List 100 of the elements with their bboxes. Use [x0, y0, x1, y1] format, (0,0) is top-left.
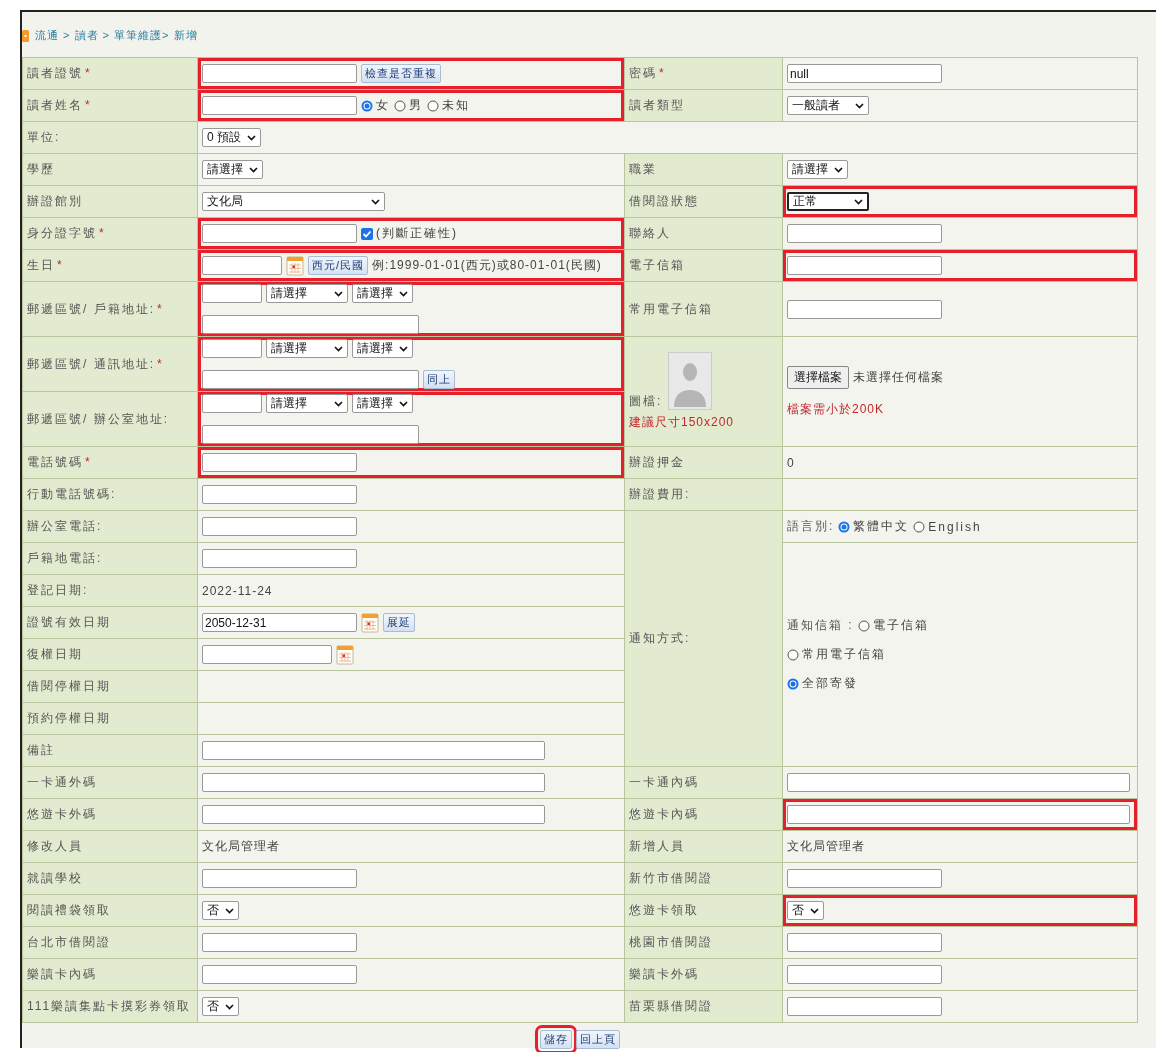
text-field[interactable]	[787, 997, 942, 1016]
file-status: 未選擇任何檔案	[853, 368, 944, 386]
text-field[interactable]	[202, 453, 357, 472]
field-label: 讀者類型	[629, 98, 685, 112]
text-field[interactable]	[202, 425, 419, 444]
radio-option[interactable]: 男	[394, 97, 423, 114]
field-label: 行動電話號碼:	[27, 487, 117, 501]
field-label: 聯絡人	[629, 226, 671, 240]
text-field[interactable]	[202, 869, 357, 888]
dropdown[interactable]: 請選擇	[787, 160, 848, 179]
breadcrumb[interactable]: 流通 > 讀者 > 單筆維護> 新增	[35, 28, 198, 43]
text-field[interactable]	[202, 370, 419, 389]
field-label: 單位:	[27, 130, 61, 144]
small-button[interactable]: 西元/民國	[308, 256, 369, 275]
dropdown[interactable]: 請選擇	[352, 394, 413, 413]
text-field[interactable]	[202, 517, 357, 536]
radio-option[interactable]: 全部寄發	[787, 675, 858, 692]
text-field[interactable]	[202, 339, 262, 358]
text-field[interactable]	[787, 224, 942, 243]
calendar-icon[interactable]	[336, 644, 354, 665]
text-field[interactable]	[202, 96, 357, 115]
small-button[interactable]: 同上	[423, 370, 455, 389]
field-label: 閱讀禮袋領取	[27, 903, 111, 917]
text-field[interactable]	[202, 64, 357, 83]
text-field[interactable]	[202, 741, 545, 760]
chevron-down-icon	[247, 134, 256, 141]
text-field[interactable]: null	[787, 64, 942, 83]
dropdown[interactable]: 請選擇	[266, 284, 348, 303]
field-label: 苗栗縣借閱證	[629, 999, 713, 1013]
text-field[interactable]	[202, 485, 357, 504]
field-label: 學歷	[27, 162, 55, 176]
dropdown[interactable]: 0 預設	[202, 128, 261, 147]
text-field[interactable]	[787, 256, 942, 275]
option-label: 語言別:	[787, 518, 835, 535]
text-field[interactable]	[787, 933, 942, 952]
required-mark: *	[85, 455, 90, 469]
radio-option[interactable]: English	[913, 519, 982, 534]
dropdown[interactable]: 否	[787, 901, 824, 920]
dropdown[interactable]: 請選擇	[266, 339, 348, 358]
radio-option[interactable]: 繁體中文	[838, 518, 910, 535]
dropdown[interactable]: 一般讀者	[787, 96, 869, 115]
text-field[interactable]	[202, 256, 282, 275]
field-label: 圖檔:	[629, 393, 663, 410]
text-field[interactable]	[787, 869, 942, 888]
radio-option[interactable]: 女	[361, 97, 390, 114]
text-field[interactable]	[787, 299, 942, 319]
text-field[interactable]: 2050-12-31	[202, 613, 357, 632]
field-label: 電子信箱	[629, 258, 685, 272]
checkbox-option[interactable]: (判斷正確性)	[361, 225, 458, 242]
small-button[interactable]: 展延	[383, 613, 415, 632]
text-field[interactable]	[202, 394, 262, 413]
action-button[interactable]: 回上頁	[575, 1030, 620, 1049]
field-label: 戶籍地電話:	[27, 551, 103, 565]
choose-file-button[interactable]: 選擇檔案	[787, 365, 849, 389]
chevron-down-icon	[225, 907, 234, 914]
text-field[interactable]	[787, 805, 1130, 824]
dropdown[interactable]: 請選擇	[202, 160, 263, 179]
field-label: 辦證館別	[27, 194, 83, 208]
required-mark: *	[99, 226, 104, 240]
field-label: 通知方式:	[629, 631, 691, 645]
text-field[interactable]	[202, 965, 357, 984]
calendar-icon[interactable]	[286, 255, 304, 276]
radio-option[interactable]: 未知	[427, 97, 470, 114]
text-field[interactable]	[202, 284, 262, 303]
field-label: 一卡通外碼	[27, 775, 97, 789]
text-field[interactable]	[202, 224, 357, 243]
dropdown[interactable]: 否	[202, 901, 239, 920]
field-label: 郵遞區號/ 通訊地址:	[27, 356, 155, 371]
field-label: 郵遞區號/ 戶籍地址:	[27, 301, 155, 316]
field-label: 預約停權日期	[27, 711, 111, 725]
radio-option[interactable]: 常用電子信箱	[787, 646, 886, 663]
calendar-icon[interactable]	[361, 612, 379, 633]
text-field[interactable]	[787, 965, 942, 984]
text-field[interactable]	[202, 549, 357, 568]
chevron-down-icon	[334, 400, 343, 407]
field-label: 辦證押金	[629, 455, 685, 469]
field-label: 新竹市借閱證	[629, 871, 713, 885]
field-label: 郵遞區號/ 辦公室地址:	[27, 411, 169, 426]
small-button[interactable]: 檢查是否重複	[361, 64, 441, 83]
text-field[interactable]	[202, 645, 332, 664]
text-field[interactable]	[787, 773, 1130, 792]
field-label: 一卡通內碼	[629, 775, 699, 789]
radio-option[interactable]: 電子信箱	[857, 617, 929, 634]
text-field[interactable]	[202, 315, 419, 334]
text-field[interactable]	[202, 773, 545, 792]
chevron-down-icon	[810, 907, 819, 914]
dropdown[interactable]: 正常	[787, 192, 869, 211]
field-label: 生日	[27, 258, 55, 272]
dropdown[interactable]: 否	[202, 997, 239, 1016]
radio-icon	[787, 648, 799, 661]
dropdown[interactable]: 請選擇	[352, 284, 413, 303]
chevron-down-icon	[334, 345, 343, 352]
dropdown[interactable]: 文化局	[202, 192, 385, 211]
dropdown[interactable]: 請選擇	[352, 339, 413, 358]
chevron-down-icon	[834, 166, 843, 173]
field-label: 辦證費用:	[629, 487, 691, 501]
dropdown[interactable]: 請選擇	[266, 394, 348, 413]
radio-icon	[838, 520, 851, 533]
text-field[interactable]	[202, 933, 357, 952]
text-field[interactable]	[202, 805, 545, 824]
